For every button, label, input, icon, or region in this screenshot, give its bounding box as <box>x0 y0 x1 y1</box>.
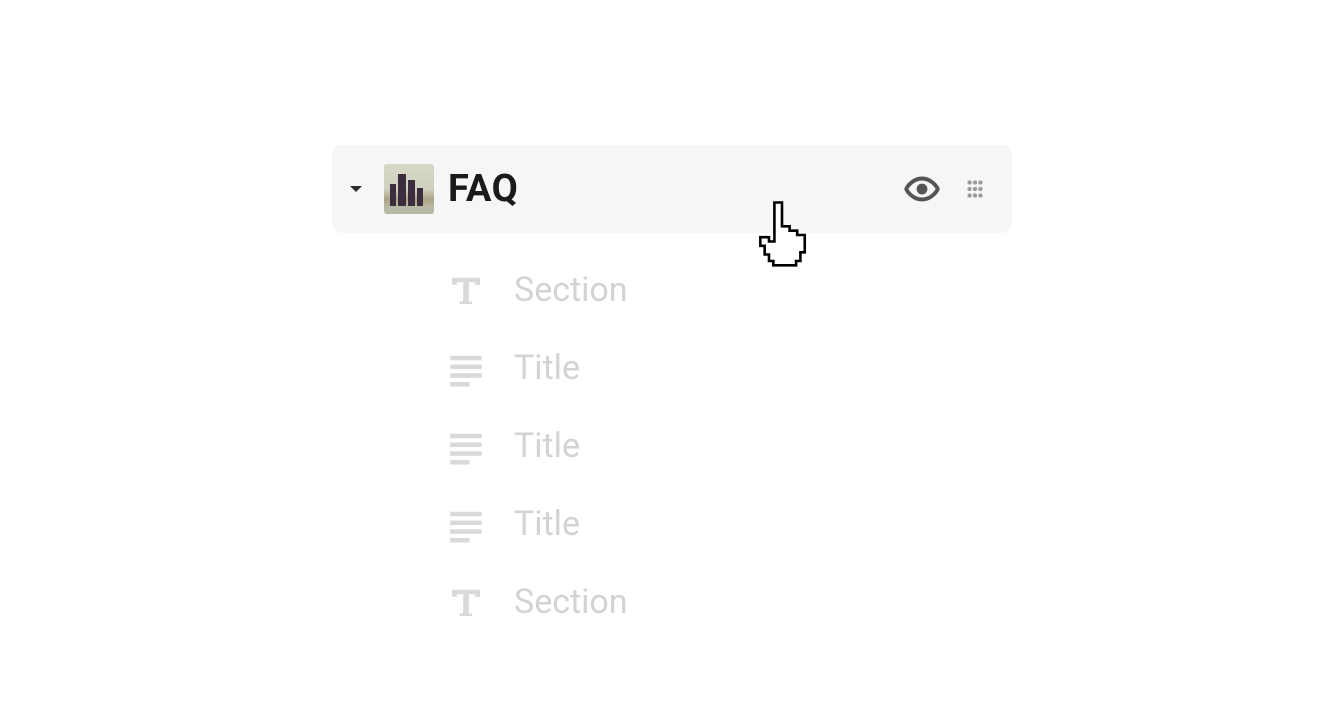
chevron-down-icon <box>344 177 368 201</box>
section-panel: FAQ <box>332 145 1012 641</box>
grip-dots-icon <box>962 171 988 207</box>
section-thumbnail <box>384 164 434 214</box>
list-item[interactable]: Title <box>332 329 1012 407</box>
list-item-label: Title <box>514 504 580 544</box>
list-item-label: Section <box>514 270 628 310</box>
section-children: Section Title <box>332 233 1012 641</box>
paragraph-lines-icon <box>444 424 488 468</box>
list-item-label: Title <box>514 348 580 388</box>
paragraph-lines-icon <box>444 346 488 390</box>
eye-icon <box>904 171 940 207</box>
list-item[interactable]: Section <box>332 251 1012 329</box>
drag-handle[interactable] <box>962 169 988 209</box>
visibility-toggle[interactable] <box>902 169 942 209</box>
list-item[interactable]: Title <box>332 407 1012 485</box>
section-header-row[interactable]: FAQ <box>332 145 1012 233</box>
section-title: FAQ <box>448 167 888 211</box>
list-item[interactable]: Section <box>332 563 1012 641</box>
list-item-label: Section <box>514 582 628 622</box>
text-type-icon <box>444 268 488 312</box>
text-type-icon <box>444 580 488 624</box>
collapse-toggle[interactable] <box>342 175 370 203</box>
paragraph-lines-icon <box>444 502 488 546</box>
list-item-label: Title <box>514 426 580 466</box>
list-item[interactable]: Title <box>332 485 1012 563</box>
